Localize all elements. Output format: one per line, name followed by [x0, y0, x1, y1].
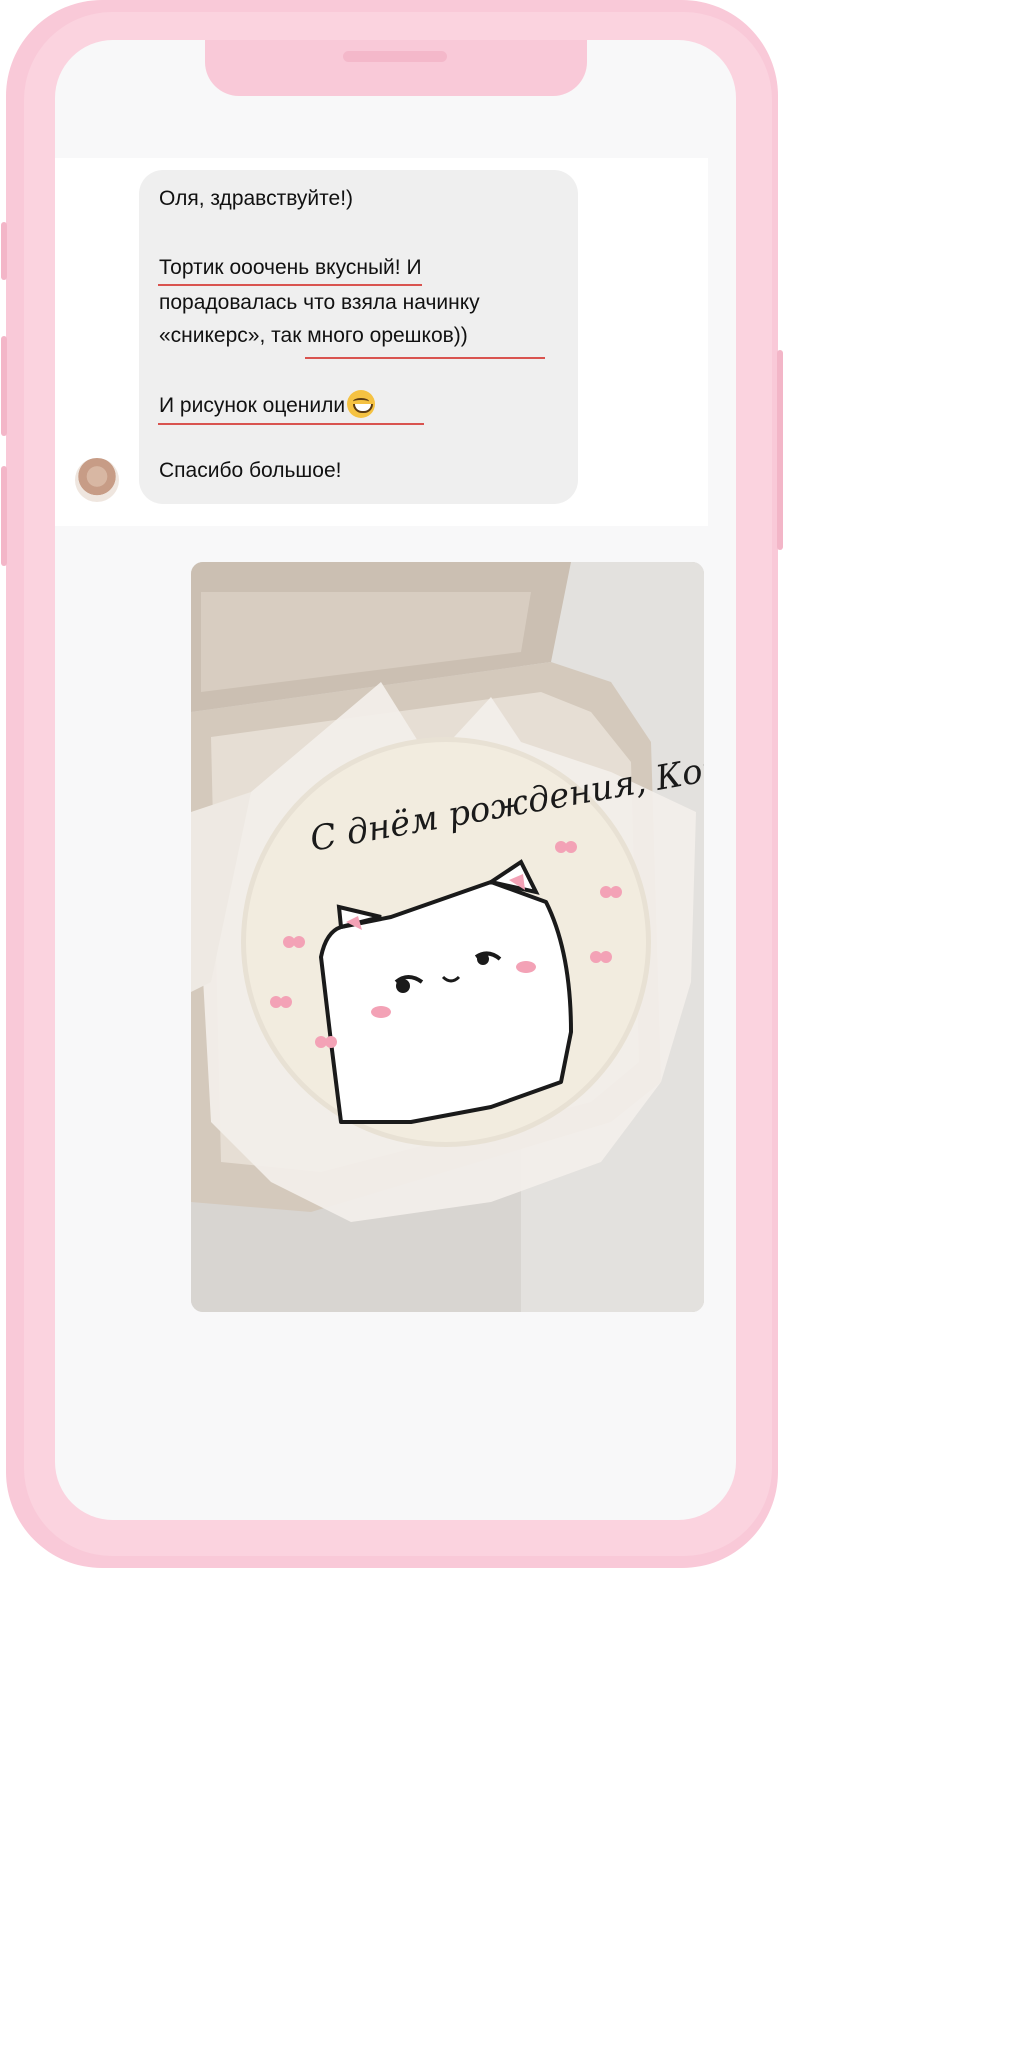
message-line-2: порадовалась что взяла начинку [159, 291, 480, 314]
volume-down-button [1, 466, 7, 566]
grinning-emoji-icon [347, 390, 376, 418]
phone-notch [205, 40, 587, 96]
silent-switch [1, 222, 7, 280]
highlight-underline [158, 423, 424, 425]
highlight-underline [305, 357, 545, 359]
message-line-3: «сникерс», так много орешков)) [159, 324, 468, 347]
message-line-1: Тортик ооочень вкусный! И [159, 256, 422, 279]
highlight-underline [158, 284, 422, 286]
message-thanks: Спасибо большое! [159, 459, 342, 482]
cake-photo[interactable]: С днём рождения, Котя! [191, 562, 704, 1312]
avatar[interactable] [75, 458, 119, 502]
phone-mockup: Оля, здравствуйте!) Тортик ооочень вкусн… [0, 0, 784, 1568]
chat-screen: Оля, здравствуйте!) Тортик ооочень вкусн… [55, 40, 736, 1520]
cake-photo-illustration: С днём рождения, Котя! [191, 562, 704, 1312]
message-greeting: Оля, здравствуйте!) [159, 187, 354, 210]
speaker-grille [343, 51, 447, 62]
message-line-4-text: И рисунок оценили [159, 394, 346, 417]
message-line-4: И рисунок оценили [159, 390, 376, 418]
power-button [777, 350, 783, 550]
volume-up-button [1, 336, 7, 436]
